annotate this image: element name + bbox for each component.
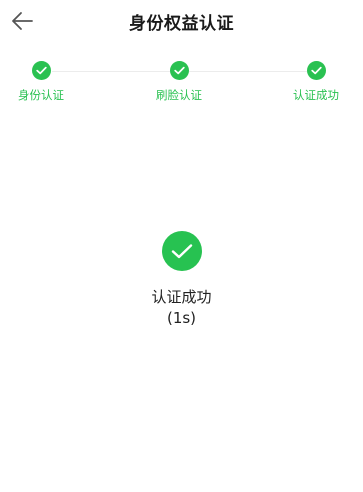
step-done-indicator (169, 61, 189, 80)
step-face: 刷脸认证 (139, 58, 219, 103)
check-icon (171, 243, 192, 258)
step-identity: 身份认证 (1, 58, 81, 103)
check-circle-icon (161, 231, 202, 271)
result-panel: 认证成功 (1s) (0, 231, 363, 328)
step-label: 刷脸认证 (156, 88, 202, 102)
check-icon (173, 66, 185, 75)
step-success: 认证成功 (276, 58, 356, 103)
step-label: 身份认证 (18, 88, 64, 102)
header: 身份权益认证 (0, 0, 363, 44)
step-label: 认证成功 (293, 88, 339, 102)
countdown-text: (1s) (166, 309, 197, 327)
page-title: 身份权益认证 (129, 14, 234, 34)
check-icon (35, 66, 47, 75)
step-progress: 身份认证 刷脸认证 认证成功 (0, 58, 363, 108)
check-icon (310, 66, 322, 75)
step-done-indicator (306, 61, 326, 80)
step-done-indicator (31, 61, 51, 80)
result-message: 认证成功 (151, 288, 212, 306)
